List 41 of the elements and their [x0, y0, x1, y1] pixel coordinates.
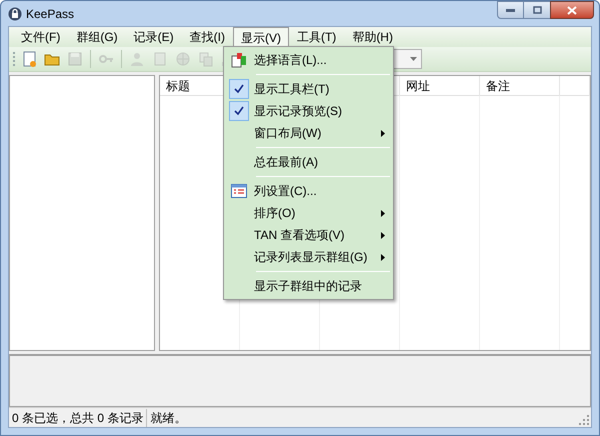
dropdown-caret-icon	[410, 57, 417, 61]
minimize-button[interactable]	[497, 1, 524, 19]
status-text: 0 条已选，总共 0 条记录	[9, 408, 148, 426]
maximize-button[interactable]	[524, 1, 550, 19]
menu-item[interactable]: 群组(G)	[68, 27, 126, 47]
menu-item[interactable]: 窗口布局(W)	[224, 122, 393, 144]
user-icon	[129, 51, 145, 67]
list-settings-icon	[231, 184, 247, 198]
minimize-icon	[506, 8, 515, 12]
submenu-arrow-icon	[381, 254, 385, 260]
close-icon	[567, 6, 577, 14]
column-header[interactable]: 网址	[400, 76, 480, 96]
close-button[interactable]	[550, 1, 594, 19]
menu-item[interactable]: 工具(T)	[288, 27, 344, 47]
flags-icon	[231, 52, 247, 68]
menu-item[interactable]: 记录(E)	[126, 27, 182, 47]
lock-icon	[8, 6, 22, 20]
column-header[interactable]: 备注	[480, 76, 560, 96]
submenu-arrow-icon	[381, 130, 385, 136]
toolbar-grip-icon	[13, 50, 16, 68]
new-file-icon	[21, 51, 37, 67]
window-title: KeePass	[26, 6, 74, 22]
menu-item[interactable]: 查找(I)	[182, 27, 233, 47]
menu-item[interactable]: 列设置(C)...	[224, 180, 393, 202]
status-text: 就绪。	[149, 410, 188, 426]
menu-item[interactable]: 显示子群组中的记录	[224, 275, 393, 297]
maximize-icon	[532, 6, 542, 14]
resize-grip-icon	[579, 415, 589, 425]
menu-item[interactable]: 显示(V)	[232, 27, 289, 47]
menu-item[interactable]: TAN 查看选项(V)	[224, 224, 393, 246]
menu-item[interactable]: 排序(O)	[224, 202, 393, 224]
submenu-arrow-icon	[381, 210, 385, 216]
menu-item[interactable]: 总在最前(A)	[224, 151, 393, 173]
menu-item[interactable]: 显示记录预览(S)	[224, 100, 393, 122]
menu-item[interactable]: 文件(F)	[13, 27, 68, 47]
copy-icon	[198, 51, 214, 67]
menu-item[interactable]: 记录列表显示群组(G)	[224, 246, 393, 268]
submenu-arrow-icon	[381, 232, 385, 238]
globe-icon	[175, 51, 191, 67]
menu-item[interactable]: 帮助(H)	[344, 27, 401, 47]
document-icon	[152, 51, 168, 67]
